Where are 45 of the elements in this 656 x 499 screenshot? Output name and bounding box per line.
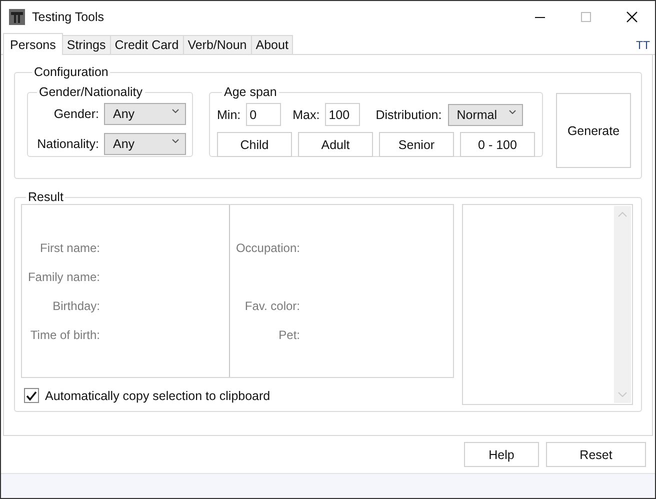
chevron-down-icon [172, 139, 179, 143]
dropdown[interactable]: Any [104, 103, 186, 125]
field-label: Max: [292, 108, 320, 122]
group-title: Age span [223, 85, 278, 99]
tab[interactable]: Verb/Noun [182, 35, 252, 54]
preset-button[interactable]: 0 - 100 [460, 132, 535, 157]
tab[interactable]: Strings [62, 35, 111, 54]
tab[interactable]: Credit Card [110, 35, 184, 54]
field-label: Distribution: [376, 108, 442, 122]
field-label: First name: [40, 240, 100, 256]
chevron-down-icon [172, 109, 179, 113]
group-title: Gender/Nationality [38, 85, 144, 99]
field-label: Min: [217, 108, 241, 122]
field-label: Time of birth: [30, 326, 100, 342]
action-button[interactable]: Reset [546, 442, 646, 467]
field-label: Pet: [278, 326, 300, 342]
action-button[interactable]: Help [464, 442, 539, 467]
window-title: Testing Tools [32, 10, 104, 24]
field-label: Family name: [28, 268, 100, 284]
preset-button[interactable]: Adult [298, 132, 373, 157]
result-list[interactable] [462, 204, 633, 405]
group-title: Result [27, 190, 64, 204]
app-logo-icon [9, 8, 25, 24]
group-title: Configuration [33, 65, 110, 79]
preset-button[interactable]: Senior [379, 132, 454, 157]
scroll-down-icon[interactable] [618, 392, 627, 397]
preset-button[interactable]: Child [217, 132, 292, 157]
dropdown[interactable]: Any [104, 133, 186, 155]
generate-button[interactable]: Generate [556, 93, 631, 168]
scrollbar[interactable] [614, 206, 631, 403]
chevron-down-icon [508, 110, 516, 114]
field-label: Gender: [52, 107, 99, 121]
tab[interactable]: About [250, 35, 294, 54]
scroll-up-icon[interactable] [618, 212, 627, 217]
field-label: Occupation: [236, 240, 300, 256]
min-field[interactable]: 0 [246, 103, 281, 126]
app-initials-label: TT [636, 40, 650, 52]
field-label: Fav. color: [244, 298, 300, 314]
tab[interactable]: Persons [3, 33, 63, 55]
max-field[interactable]: 100 [324, 103, 360, 126]
field-label: Nationality: [36, 137, 99, 151]
dropdown[interactable]: Normal [448, 104, 523, 126]
checkbox[interactable] [24, 388, 39, 403]
checkbox-label: Automatically copy selection to clipboard [45, 388, 270, 402]
field-label: Birthday: [52, 298, 100, 314]
